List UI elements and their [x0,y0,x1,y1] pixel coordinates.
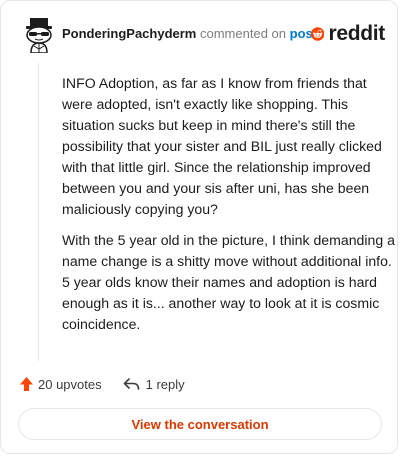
upvote-count: 20 upvotes [38,376,102,392]
reply-count: 1 reply [145,376,185,392]
reply-button[interactable]: 1 reply [123,377,185,392]
reddit-logo[interactable]: reddit [311,19,385,49]
comment-body: INFO Adoption, as far as I know from fri… [62,73,396,345]
thread-line [38,63,39,361]
comment-header: PonderingPachyderm commented on post red… [17,15,385,54]
comment-actions: 20 upvotes 1 reply [19,373,185,395]
comment-paragraph: With the 5 year old in the picture, I th… [62,232,395,332]
username-link[interactable]: PonderingPachyderm [62,26,196,41]
upvote-button[interactable]: 20 upvotes [19,376,102,392]
upvote-arrow-icon [20,377,33,391]
snoo-avatar-icon[interactable] [21,15,57,54]
commented-on-text: commented on [200,26,286,41]
comment-paragraph: INFO Adoption, as far as I know from fri… [62,75,382,217]
comment-card: PonderingPachyderm commented on post red… [0,0,398,454]
reddit-snoo-logo-icon [311,27,325,41]
reddit-wordmark: reddit [328,22,385,45]
reply-arrow-icon [123,378,139,390]
view-conversation-button[interactable]: View the conversation [18,408,382,440]
username-line: PonderingPachyderm commented on post [62,26,317,42]
